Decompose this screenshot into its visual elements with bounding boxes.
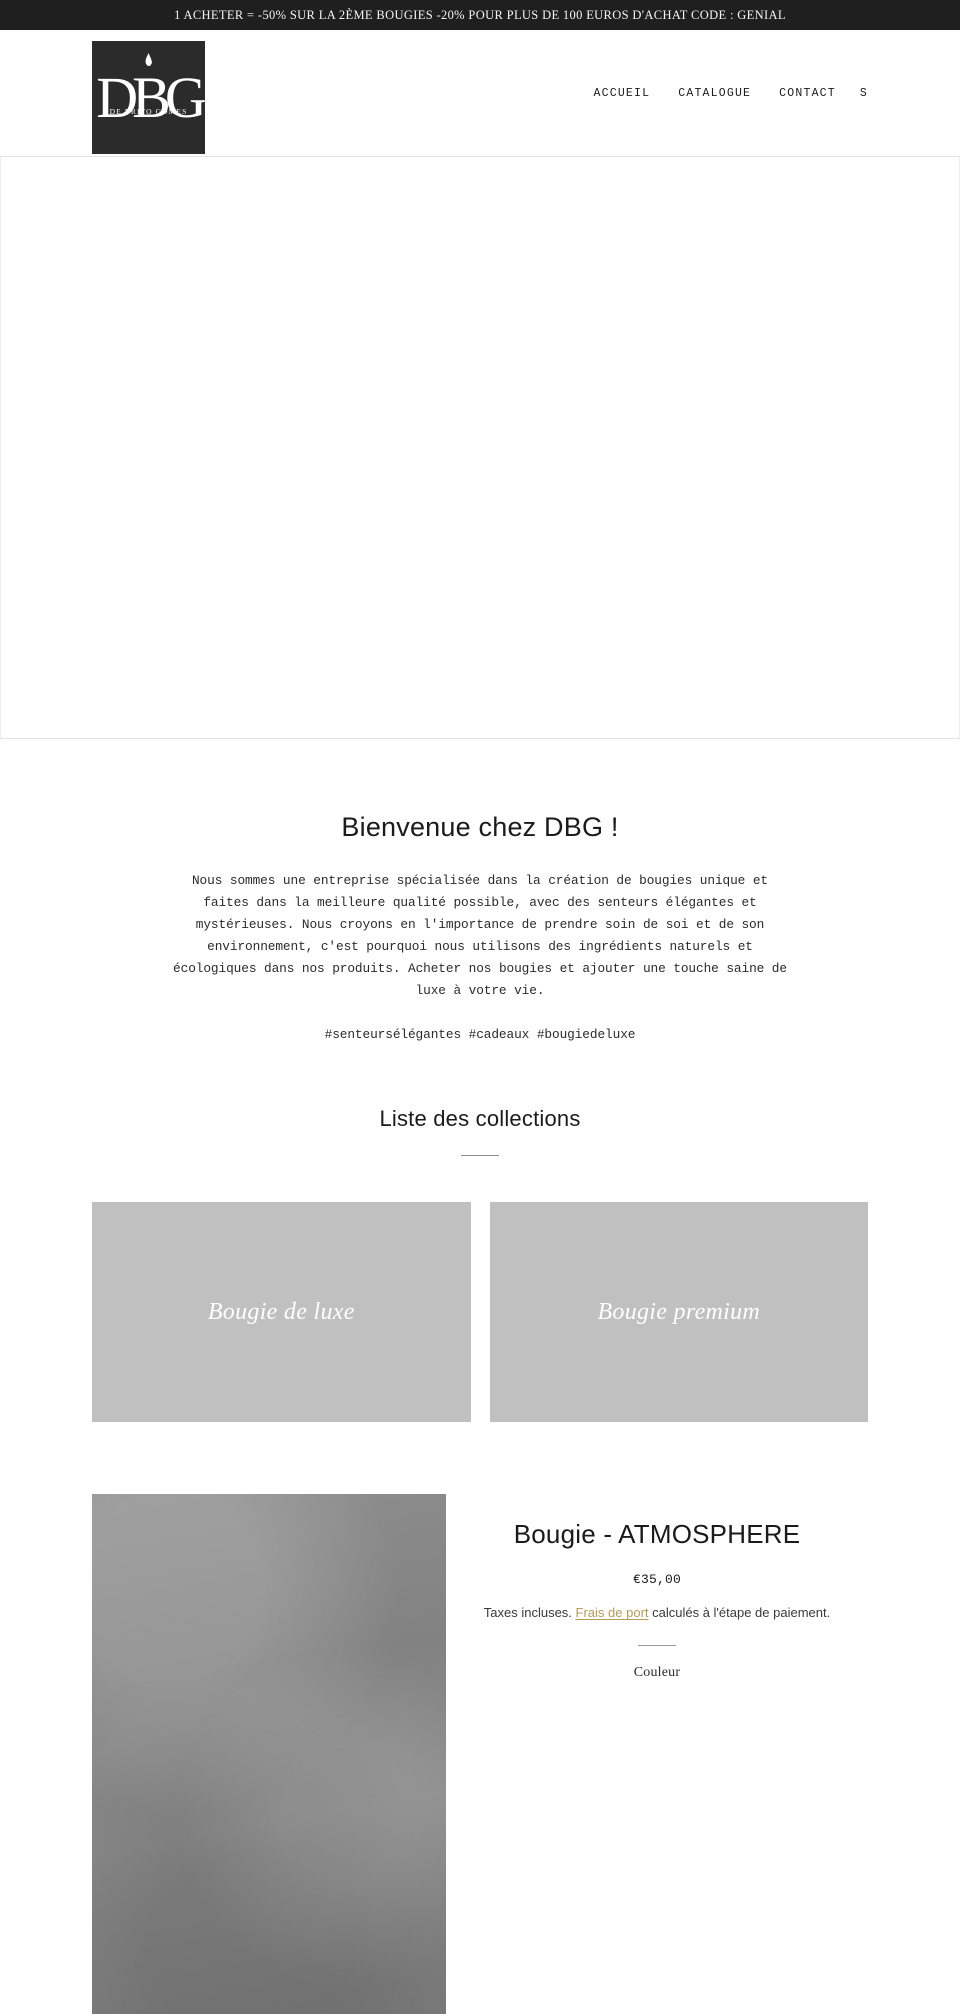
welcome-heading: Bienvenue chez DBG ! [341, 812, 619, 842]
nav-item-contact[interactable]: CONTACT [765, 87, 850, 100]
announcement-bar: 1 ACHETER = -50% SUR LA 2ÈME BOUGIES -20… [0, 0, 960, 30]
product-image[interactable] [92, 1494, 446, 2014]
product-title: Bougie - ATMOSPHERE [513, 1519, 801, 1550]
logo-monogram: DBG [96, 65, 205, 130]
welcome-hashtags: #senteursélégantes #cadeaux #bougiedelux… [324, 1027, 636, 1043]
announcement-text: 1 ACHETER = -50% SUR LA 2ÈME BOUGIES -20… [174, 7, 786, 22]
heading-divider [461, 1155, 499, 1157]
site-header: DBG DE BRITO GOMES ACCUEIL CATALOGUE CON… [0, 30, 960, 156]
featured-product-section: Bougie - ATMOSPHERE €35,00 Taxes incluse… [92, 1494, 868, 2014]
site-logo[interactable]: DBG DE BRITO GOMES [92, 41, 205, 154]
collection-grid: Bougie de luxe Bougie premium [92, 1202, 868, 1423]
shipping-policy-link[interactable]: Frais de port [576, 1605, 649, 1620]
collections-section: Liste des collections Bougie de luxe Bou… [0, 1106, 960, 1423]
product-price: €35,00 [632, 1572, 681, 1588]
tax-included-text: Taxes incluses. [483, 1605, 576, 1621]
variant-label-couleur: Couleur [633, 1665, 681, 1681]
hero-slideshow[interactable] [0, 156, 960, 739]
collections-heading: Liste des collections [379, 1106, 581, 1132]
tax-suffix-text: calculés à l'étape de paiement. [648, 1605, 831, 1621]
search-icon[interactable]: S [850, 87, 868, 100]
nav-item-accueil[interactable]: ACCUEIL [580, 87, 665, 100]
main-navigation: ACCUEIL CATALOGUE CONTACT S [580, 30, 868, 156]
collection-card-title: Bougie premium [597, 1298, 761, 1325]
logo-subtitle: DE BRITO GOMES [109, 107, 188, 116]
welcome-body-text: Nous sommes une entreprise spécialisée d… [173, 873, 787, 999]
logo-box: DBG DE BRITO GOMES [92, 41, 205, 154]
collection-card-bougie-de-luxe[interactable]: Bougie de luxe [92, 1202, 471, 1423]
collection-card-bougie-premium[interactable]: Bougie premium [489, 1202, 868, 1423]
welcome-section: Bienvenue chez DBG ! Nous sommes une ent… [0, 739, 960, 1046]
collection-card-title: Bougie de luxe [207, 1298, 355, 1325]
nav-item-catalogue[interactable]: CATALOGUE [664, 87, 765, 100]
product-details: Bougie - ATMOSPHERE €35,00 Taxes incluse… [446, 1494, 868, 2014]
product-divider [638, 1645, 676, 1647]
product-tax-note: Taxes incluses. Frais de port calculés à… [480, 1603, 834, 1622]
